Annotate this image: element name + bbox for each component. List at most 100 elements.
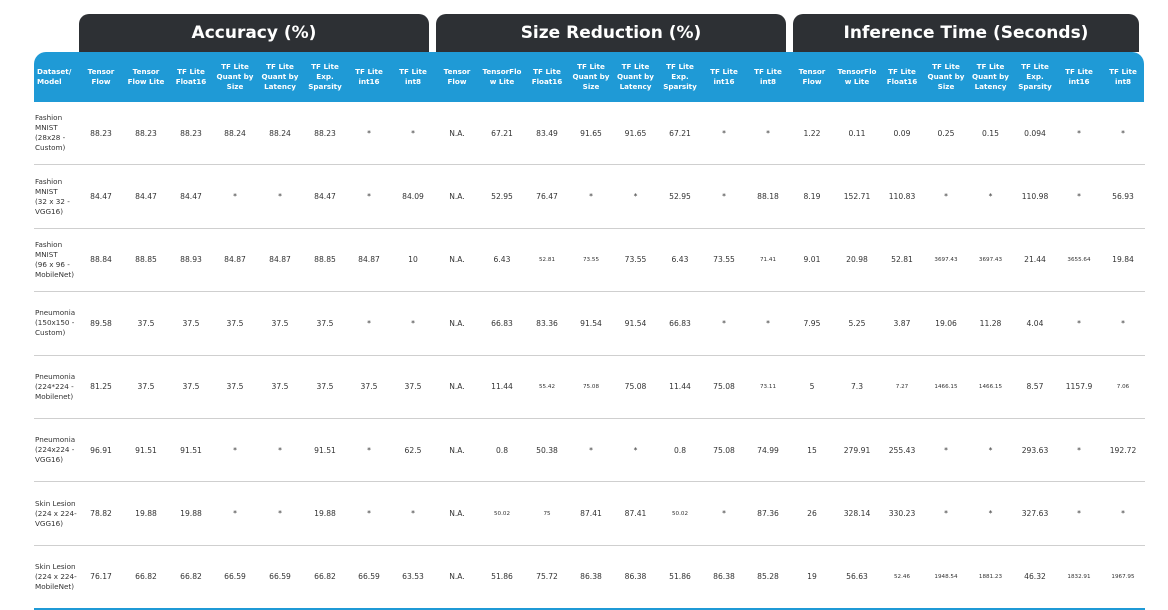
- table-cell: 37.5: [169, 292, 213, 355]
- table-cell: 63.53: [391, 545, 435, 609]
- header-accuracy-2: TF LiteFloat16: [169, 52, 213, 102]
- table-cell: 37.5: [123, 292, 169, 355]
- table-cell: 7.06: [1101, 355, 1145, 418]
- table-cell: *: [968, 418, 1013, 481]
- table-cell: 15: [790, 418, 834, 481]
- table-cell: 66.59: [257, 545, 303, 609]
- table-row: Pneumonia(224x224 -VGG16)96.9191.5191.51…: [34, 418, 1145, 481]
- header-time-5: TF LiteExp.Sparsity: [1013, 52, 1057, 102]
- header-time-7: TF Liteint8: [1101, 52, 1145, 102]
- table-cell: 5.25: [834, 292, 880, 355]
- table-cell: 84.47: [169, 165, 213, 228]
- table-cell: 75.08: [702, 418, 746, 481]
- table-cell: 84.87: [347, 228, 391, 291]
- table-cell: *: [391, 292, 435, 355]
- header-size-0: TensorFlow: [435, 52, 479, 102]
- table-cell: 21.44: [1013, 228, 1057, 291]
- table-cell: *: [1057, 165, 1101, 228]
- table-cell: N.A.: [435, 418, 479, 481]
- table-cell: *: [213, 418, 257, 481]
- table-cell: *: [1101, 482, 1145, 545]
- table-cell: 1.22: [790, 102, 834, 165]
- table-cell: *: [391, 102, 435, 165]
- table-cell: 9.01: [790, 228, 834, 291]
- row-label: Pneumonia(224*224 -Mobilenet): [34, 355, 79, 418]
- header-size-1: TensorFlow Lite: [479, 52, 525, 102]
- table-cell: 67.21: [658, 102, 702, 165]
- table-cell: *: [1057, 418, 1101, 481]
- table-cell: N.A.: [435, 545, 479, 609]
- header-time-1: TensorFlow Lite: [834, 52, 880, 102]
- table-cell: 8.57: [1013, 355, 1057, 418]
- table-cell: 1466.15: [924, 355, 968, 418]
- row-label: Pneumonia(224x224 -VGG16): [34, 418, 79, 481]
- table-cell: 0.8: [479, 418, 525, 481]
- table-cell: *: [924, 165, 968, 228]
- table-cell: 75: [525, 482, 569, 545]
- table-cell: *: [213, 482, 257, 545]
- table-cell: 56.93: [1101, 165, 1145, 228]
- table-cell: 52.81: [525, 228, 569, 291]
- table-cell: 56.63: [834, 545, 880, 609]
- table-cell: N.A.: [435, 482, 479, 545]
- table-cell: 3.87: [880, 292, 924, 355]
- header-time-6: TF Liteint16: [1057, 52, 1101, 102]
- table-cell: 88.18: [746, 165, 790, 228]
- table-cell: 52.95: [479, 165, 525, 228]
- table-cell: 8.19: [790, 165, 834, 228]
- table-cell: 1157.9: [1057, 355, 1101, 418]
- table-cell: 73.55: [613, 228, 658, 291]
- inference-time-group-title: Inference Time (Seconds): [793, 14, 1139, 52]
- table-cell: 37.5: [213, 292, 257, 355]
- table-cell: 3697.43: [924, 228, 968, 291]
- header-time-3: TF LiteQuant bySize: [924, 52, 968, 102]
- table-cell: 0.094: [1013, 102, 1057, 165]
- table-cell: 37.5: [257, 355, 303, 418]
- table-cell: 46.32: [1013, 545, 1057, 609]
- table-cell: 88.23: [123, 102, 169, 165]
- table-cell: 3655.64: [1057, 228, 1101, 291]
- header-time-0: TensorFlow: [790, 52, 834, 102]
- table-cell: 91.65: [613, 102, 658, 165]
- table-cell: *: [257, 165, 303, 228]
- table-cell: 6.43: [479, 228, 525, 291]
- table-cell: 37.5: [391, 355, 435, 418]
- table-cell: 279.91: [834, 418, 880, 481]
- table-cell: 75.08: [613, 355, 658, 418]
- table-cell: 37.5: [303, 292, 347, 355]
- table-cell: 1832.91: [1057, 545, 1101, 609]
- table-cell: 0.15: [968, 102, 1013, 165]
- table-cell: 110.83: [880, 165, 924, 228]
- table-cell: 73.55: [702, 228, 746, 291]
- table-cell: 66.83: [479, 292, 525, 355]
- table-cell: 19.88: [303, 482, 347, 545]
- table-cell: 1881.23: [968, 545, 1013, 609]
- table-cell: *: [213, 165, 257, 228]
- table-cell: 192.72: [1101, 418, 1145, 481]
- table-cell: 62.5: [391, 418, 435, 481]
- table-cell: 66.83: [658, 292, 702, 355]
- table-cell: 81.25: [79, 355, 123, 418]
- table-row: Skin Lesion(224 x 224-MobileNet)76.1766.…: [34, 545, 1145, 609]
- table-cell: *: [569, 165, 613, 228]
- table-cell: *: [347, 418, 391, 481]
- table-cell: 73.11: [746, 355, 790, 418]
- table-cell: 73.55: [569, 228, 613, 291]
- table-cell: 19.88: [123, 482, 169, 545]
- table-cell: 66.82: [123, 545, 169, 609]
- table-cell: 91.51: [169, 418, 213, 481]
- table-cell: 255.43: [880, 418, 924, 481]
- table-cell: 37.5: [213, 355, 257, 418]
- table-cell: *: [702, 292, 746, 355]
- table-cell: 7.27: [880, 355, 924, 418]
- table-cell: *: [1057, 292, 1101, 355]
- table-cell: 152.71: [834, 165, 880, 228]
- table-cell: 19: [790, 545, 834, 609]
- table-cell: 10: [391, 228, 435, 291]
- table-cell: 11.44: [479, 355, 525, 418]
- table-cell: N.A.: [435, 292, 479, 355]
- table-cell: *: [347, 482, 391, 545]
- table-cell: 52.95: [658, 165, 702, 228]
- table-cell: 51.86: [658, 545, 702, 609]
- table-cell: 7.95: [790, 292, 834, 355]
